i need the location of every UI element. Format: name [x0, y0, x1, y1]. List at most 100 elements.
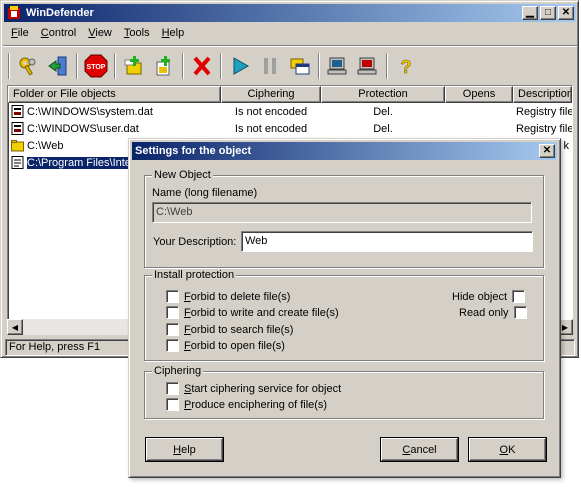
read-only-checkbox[interactable] [513, 306, 527, 319]
group-legend-install-protection: Install protection [152, 269, 237, 281]
name-label: Name (long filename) [152, 187, 258, 199]
help-button[interactable]: Help [146, 438, 223, 461]
group-legend-ciphering: Ciphering [152, 365, 204, 377]
menu-help[interactable]: Help [156, 25, 191, 43]
column-header-opens[interactable]: Opens [445, 86, 513, 103]
registry-file-icon [11, 105, 24, 118]
help-toolbar-button[interactable]: ? [391, 51, 421, 81]
column-header-folder[interactable]: Folder or File objects [8, 86, 221, 103]
toolbar-separator [182, 53, 184, 79]
ok-button[interactable]: OK [469, 438, 546, 461]
toolbar-separator [8, 53, 10, 79]
folders-button[interactable] [285, 51, 315, 81]
object-ciphering: Is not encoded [234, 105, 308, 118]
object-path: C:\WINDOWS\system.dat [27, 105, 153, 118]
window-title: WinDefender [26, 7, 94, 19]
description-label: Your Description: [153, 236, 237, 248]
settings-dialog: Settings for the object ✕ New Object Nam… [128, 138, 561, 478]
minimize-button[interactable]: ▁ [522, 6, 538, 20]
start-ciphering-checkbox[interactable] [166, 382, 179, 395]
svg-text:STOP: STOP [87, 64, 106, 71]
stop-icon: STOP [84, 54, 108, 78]
menu-file[interactable]: File [5, 25, 35, 43]
dialog-close-button[interactable]: ✕ [539, 144, 555, 158]
forbid-write-checkbox[interactable] [166, 306, 179, 319]
forbid-delete-checkbox[interactable] [166, 290, 179, 303]
dialog-title: Settings for the object [135, 145, 252, 157]
hide-object-option[interactable]: Hide object [452, 290, 526, 303]
description-field[interactable]: Web [241, 231, 533, 252]
forbid-search-option[interactable]: Forbid to search file(s) [166, 323, 293, 336]
computer-icon [327, 57, 347, 75]
hide-object-label: Hide object [452, 290, 508, 303]
group-new-object: New Object Name (long filename) C:\Web Y… [144, 169, 544, 268]
object-path: C:\Web [27, 139, 64, 152]
toolbar-separator [76, 53, 78, 79]
forbid-open-checkbox[interactable] [166, 339, 179, 352]
add-file-button[interactable] [149, 51, 179, 81]
forbid-open-option[interactable]: Forbid to open file(s) [166, 339, 285, 352]
main-titlebar[interactable]: WinDefender ▁ □ ✕ [4, 4, 576, 22]
toolbar: STOP ? [5, 49, 421, 83]
toolbar-separator [114, 53, 116, 79]
object-protection: Del. [373, 105, 393, 118]
forbid-delete-option[interactable]: Forbid to delete file(s) [166, 290, 290, 303]
group-install-protection: Install protection Forbid to delete file… [144, 269, 544, 361]
computer-button[interactable] [323, 51, 353, 81]
menu-control[interactable]: Control [35, 25, 82, 43]
toolbar-separator [318, 53, 320, 79]
play-icon [233, 57, 250, 75]
help-icon: ? [400, 57, 412, 77]
produce-enciphering-checkbox[interactable] [166, 398, 179, 411]
object-description: Registry file [516, 105, 572, 118]
close-button[interactable]: ✕ [558, 6, 574, 20]
toolbar-divider [3, 45, 577, 47]
column-header-protection[interactable]: Protection [321, 86, 445, 103]
menu-tools[interactable]: Tools [118, 25, 156, 43]
start-ciphering-option[interactable]: Start ciphering service for object [166, 382, 341, 395]
forbid-write-option[interactable]: Forbid to write and create file(s) [166, 306, 339, 319]
delete-icon [193, 56, 211, 76]
dialog-titlebar[interactable]: Settings for the object ✕ [132, 142, 557, 160]
svg-text:?: ? [401, 57, 412, 77]
list-item[interactable]: C:\WINDOWS\user.dat Is not encoded Del. … [8, 120, 572, 137]
computer-lock-button[interactable] [353, 51, 383, 81]
read-only-option[interactable]: Read only [459, 306, 527, 319]
pause-icon [264, 58, 276, 74]
keys-button[interactable] [13, 51, 43, 81]
name-field[interactable]: C:\Web [152, 202, 532, 223]
object-protection: Del. [373, 122, 393, 135]
login-button[interactable] [43, 51, 73, 81]
login-door-icon [48, 56, 67, 76]
app-icon [6, 5, 22, 21]
hide-object-checkbox[interactable] [512, 290, 526, 303]
toolbar-separator [386, 53, 388, 79]
scroll-left-button[interactable]: ◀ [7, 319, 23, 335]
produce-enciphering-option[interactable]: Produce enciphering of file(s) [166, 398, 327, 411]
column-header-description[interactable]: Description [513, 86, 572, 103]
folders-icon [290, 58, 310, 75]
play-button[interactable] [225, 51, 255, 81]
object-ciphering: Is not encoded [234, 122, 308, 135]
menubar: File Control View Tools Help [5, 25, 190, 43]
list-header: Folder or File objects Ciphering Protect… [8, 86, 572, 103]
menu-view[interactable]: View [82, 25, 118, 43]
object-path: C:\Program Files\Inte [26, 156, 132, 169]
read-only-label: Read only [459, 306, 509, 319]
group-ciphering: Ciphering Start ciphering service for ob… [144, 365, 544, 419]
list-item[interactable]: C:\WINDOWS\system.dat Is not encoded Del… [8, 103, 572, 120]
delete-button[interactable] [187, 51, 217, 81]
object-path: C:\WINDOWS\user.dat [27, 122, 139, 135]
column-header-ciphering[interactable]: Ciphering [221, 86, 321, 103]
pause-button[interactable] [255, 51, 285, 81]
forbid-search-checkbox[interactable] [166, 323, 179, 336]
maximize-button[interactable]: □ [540, 6, 556, 20]
add-file-icon [156, 56, 170, 76]
cancel-button[interactable]: Cancel [381, 438, 458, 461]
add-folder-icon [124, 56, 142, 75]
stop-button[interactable]: STOP [81, 51, 111, 81]
group-legend-new-object: New Object [152, 169, 213, 181]
object-description: Registry file [516, 122, 572, 135]
keys-icon [19, 57, 36, 76]
add-folder-button[interactable] [119, 51, 149, 81]
